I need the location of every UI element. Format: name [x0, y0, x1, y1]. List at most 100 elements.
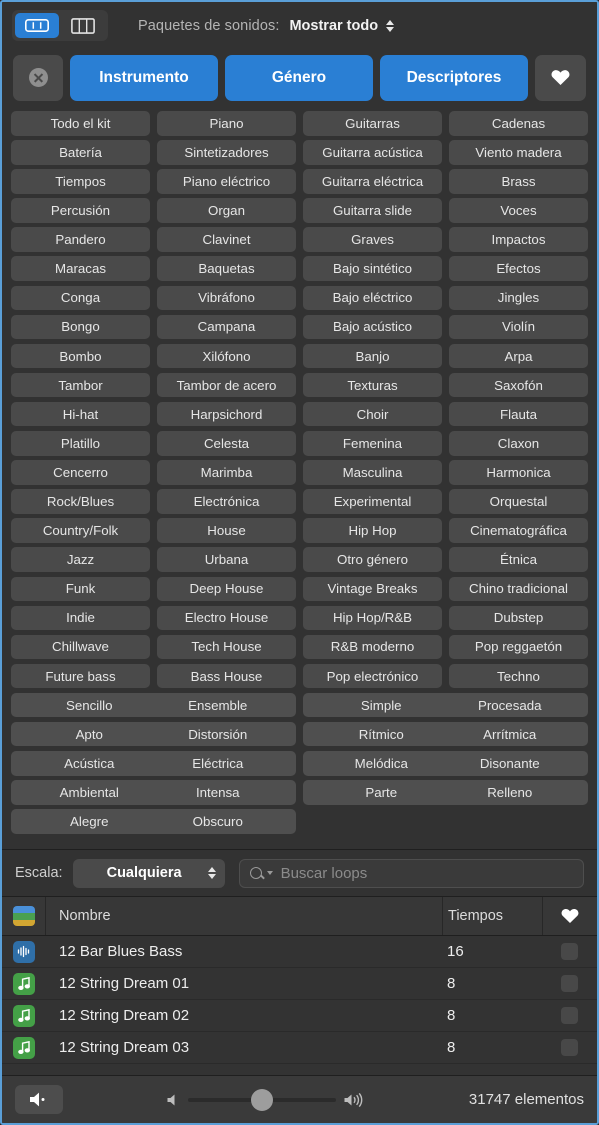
- keyword-pill-label[interactable]: Ambiental: [25, 785, 154, 800]
- keyword-pill[interactable]: Harmonica: [449, 460, 588, 485]
- volume-slider-track[interactable]: [188, 1088, 337, 1111]
- keyword-pill-label[interactable]: Rítmico: [317, 727, 446, 742]
- volume-slider-knob[interactable]: [251, 1088, 274, 1111]
- type-column-header[interactable]: [2, 897, 46, 936]
- keyword-pill[interactable]: Chillwave: [11, 634, 150, 660]
- keyword-pill-label[interactable]: Procesada: [446, 698, 575, 713]
- favorites-filter-button[interactable]: [535, 54, 586, 101]
- keyword-pill[interactable]: Otro género: [303, 547, 442, 572]
- keyword-pill-pair[interactable]: Simple Procesada: [303, 692, 588, 718]
- keyword-pill[interactable]: Tiempos: [11, 169, 150, 194]
- keyword-pill[interactable]: Bajo sintético: [303, 256, 442, 281]
- keyword-pill[interactable]: Cinematográfica: [449, 518, 588, 543]
- keyword-pill[interactable]: Cadenas: [449, 111, 588, 136]
- keyword-pill[interactable]: Funk: [11, 576, 150, 601]
- row-favorite-cell[interactable]: [542, 975, 597, 993]
- keyword-pill-label[interactable]: Obscuro: [154, 814, 283, 829]
- sound-packs-value[interactable]: Mostrar todo: [289, 18, 378, 34]
- keyword-pill[interactable]: Jingles: [449, 285, 588, 311]
- keyword-pill-pair[interactable]: Melódica Disonante: [303, 751, 588, 776]
- keyword-pill[interactable]: Guitarras: [303, 111, 442, 136]
- favorite-checkbox[interactable]: [561, 975, 578, 993]
- keyword-pill[interactable]: Indie: [11, 605, 150, 631]
- keyword-pill[interactable]: Pop electrónico: [303, 663, 442, 689]
- keyword-pill[interactable]: Impactos: [449, 227, 588, 252]
- keyword-pill[interactable]: Dubstep: [449, 605, 588, 631]
- keyword-pill-label[interactable]: Eléctrica: [154, 756, 283, 771]
- keyword-pill[interactable]: Cencerro: [11, 460, 150, 485]
- keyword-pill[interactable]: Techno: [449, 663, 588, 689]
- keyword-pill[interactable]: Maracas: [11, 256, 150, 281]
- keyword-pill[interactable]: Clavinet: [157, 227, 296, 252]
- keyword-pill[interactable]: Claxon: [449, 431, 588, 456]
- keyword-pill[interactable]: Masculina: [303, 460, 442, 485]
- keyword-pill[interactable]: Bass House: [157, 663, 296, 689]
- keyword-pill[interactable]: Violín: [449, 314, 588, 340]
- grid-view-button[interactable]: [61, 13, 105, 38]
- keyword-pill[interactable]: Banjo: [303, 343, 442, 369]
- keyword-pill[interactable]: Orquestal: [449, 489, 588, 514]
- keyword-pill[interactable]: Voces: [449, 198, 588, 223]
- keyword-pill-label[interactable]: Melódica: [317, 756, 446, 771]
- keyword-pill[interactable]: Flauta: [449, 401, 588, 427]
- keyword-pill[interactable]: Rock/Blues: [11, 489, 150, 514]
- keyword-pill[interactable]: Xilófono: [157, 343, 296, 369]
- keyword-pill[interactable]: Marimba: [157, 460, 296, 485]
- results-table-body[interactable]: 12 Bar Blues Bass 16 12 String Dream 01 8 12…: [2, 936, 597, 1075]
- search-loops-field[interactable]: Buscar loops: [238, 858, 584, 888]
- keyword-pill[interactable]: Choir: [303, 401, 442, 427]
- keyword-pill[interactable]: Sintetizadores: [157, 140, 296, 165]
- keyword-pill[interactable]: Electro House: [157, 605, 296, 631]
- keyword-pill[interactable]: Experimental: [303, 489, 442, 514]
- keyword-pill[interactable]: Conga: [11, 285, 150, 311]
- row-favorite-cell[interactable]: [542, 943, 597, 961]
- keyword-pill-pair[interactable]: Acústica Eléctrica: [11, 751, 296, 776]
- keyword-pill[interactable]: Percusión: [11, 198, 150, 223]
- keyword-pill-label[interactable]: Parte: [317, 785, 446, 800]
- volume-slider-group[interactable]: [63, 1088, 469, 1111]
- tab-genero[interactable]: Género: [225, 54, 373, 101]
- keyword-pill[interactable]: Jazz: [11, 547, 150, 572]
- favorite-column-header[interactable]: [542, 897, 597, 936]
- keyword-pill-label[interactable]: Distorsión: [154, 727, 283, 742]
- keyword-pill-pair[interactable]: Parte Relleno: [303, 780, 588, 805]
- table-row[interactable]: 12 Bar Blues Bass 16: [2, 936, 597, 969]
- keyword-pill[interactable]: Guitarra eléctrica: [303, 169, 442, 194]
- keyword-pill[interactable]: Piano: [157, 111, 296, 136]
- keyword-pill-label[interactable]: Acústica: [25, 756, 154, 771]
- keyword-pill[interactable]: Batería: [11, 140, 150, 165]
- keyword-pill[interactable]: Harpsichord: [157, 401, 296, 427]
- name-column-header[interactable]: Nombre: [46, 908, 442, 924]
- keyword-pill[interactable]: House: [157, 518, 296, 543]
- keyword-pill[interactable]: Bajo eléctrico: [303, 285, 442, 311]
- keyword-pill[interactable]: Chino tradicional: [449, 576, 588, 601]
- keyword-pill[interactable]: Bombo: [11, 343, 150, 369]
- tab-descriptores[interactable]: Descriptores: [380, 54, 528, 101]
- keyword-pill[interactable]: Tech House: [157, 634, 296, 660]
- keyword-pill[interactable]: Guitarra slide: [303, 198, 442, 223]
- keyword-pill[interactable]: Guitarra acústica: [303, 140, 442, 165]
- keyword-pill-pair[interactable]: Rítmico Arrítmica: [303, 721, 588, 747]
- keyword-pill-label[interactable]: Sencillo: [25, 698, 154, 713]
- keyword-pill[interactable]: Deep House: [157, 576, 296, 601]
- beats-column-header[interactable]: Tiempos: [442, 897, 542, 936]
- keyword-pill[interactable]: Tambor de acero: [157, 372, 296, 398]
- column-view-button[interactable]: [15, 13, 59, 38]
- tab-instrumento[interactable]: Instrumento: [70, 54, 218, 101]
- keyword-pill[interactable]: Hip Hop/R&B: [303, 605, 442, 631]
- keyword-pill[interactable]: Brass: [449, 169, 588, 194]
- keyword-pill[interactable]: Viento madera: [449, 140, 588, 165]
- table-row[interactable]: 12 String Dream 02 8: [2, 1000, 597, 1033]
- keyword-pill[interactable]: Organ: [157, 198, 296, 223]
- keyword-pill[interactable]: Tambor: [11, 372, 150, 398]
- keyword-pill[interactable]: Étnica: [449, 547, 588, 572]
- keyword-pill-label[interactable]: Disonante: [446, 756, 575, 771]
- keyword-pill[interactable]: Vibráfono: [157, 285, 296, 311]
- keyword-pill-pair[interactable]: Apto Distorsión: [11, 721, 296, 747]
- keyword-pill[interactable]: Baquetas: [157, 256, 296, 281]
- keyword-pill[interactable]: Platillo: [11, 431, 150, 456]
- keyword-pill[interactable]: Celesta: [157, 431, 296, 456]
- row-favorite-cell[interactable]: [542, 1039, 597, 1057]
- keyword-pill-pair[interactable]: Ambiental Intensa: [11, 780, 296, 805]
- keyword-pill[interactable]: Piano eléctrico: [157, 169, 296, 194]
